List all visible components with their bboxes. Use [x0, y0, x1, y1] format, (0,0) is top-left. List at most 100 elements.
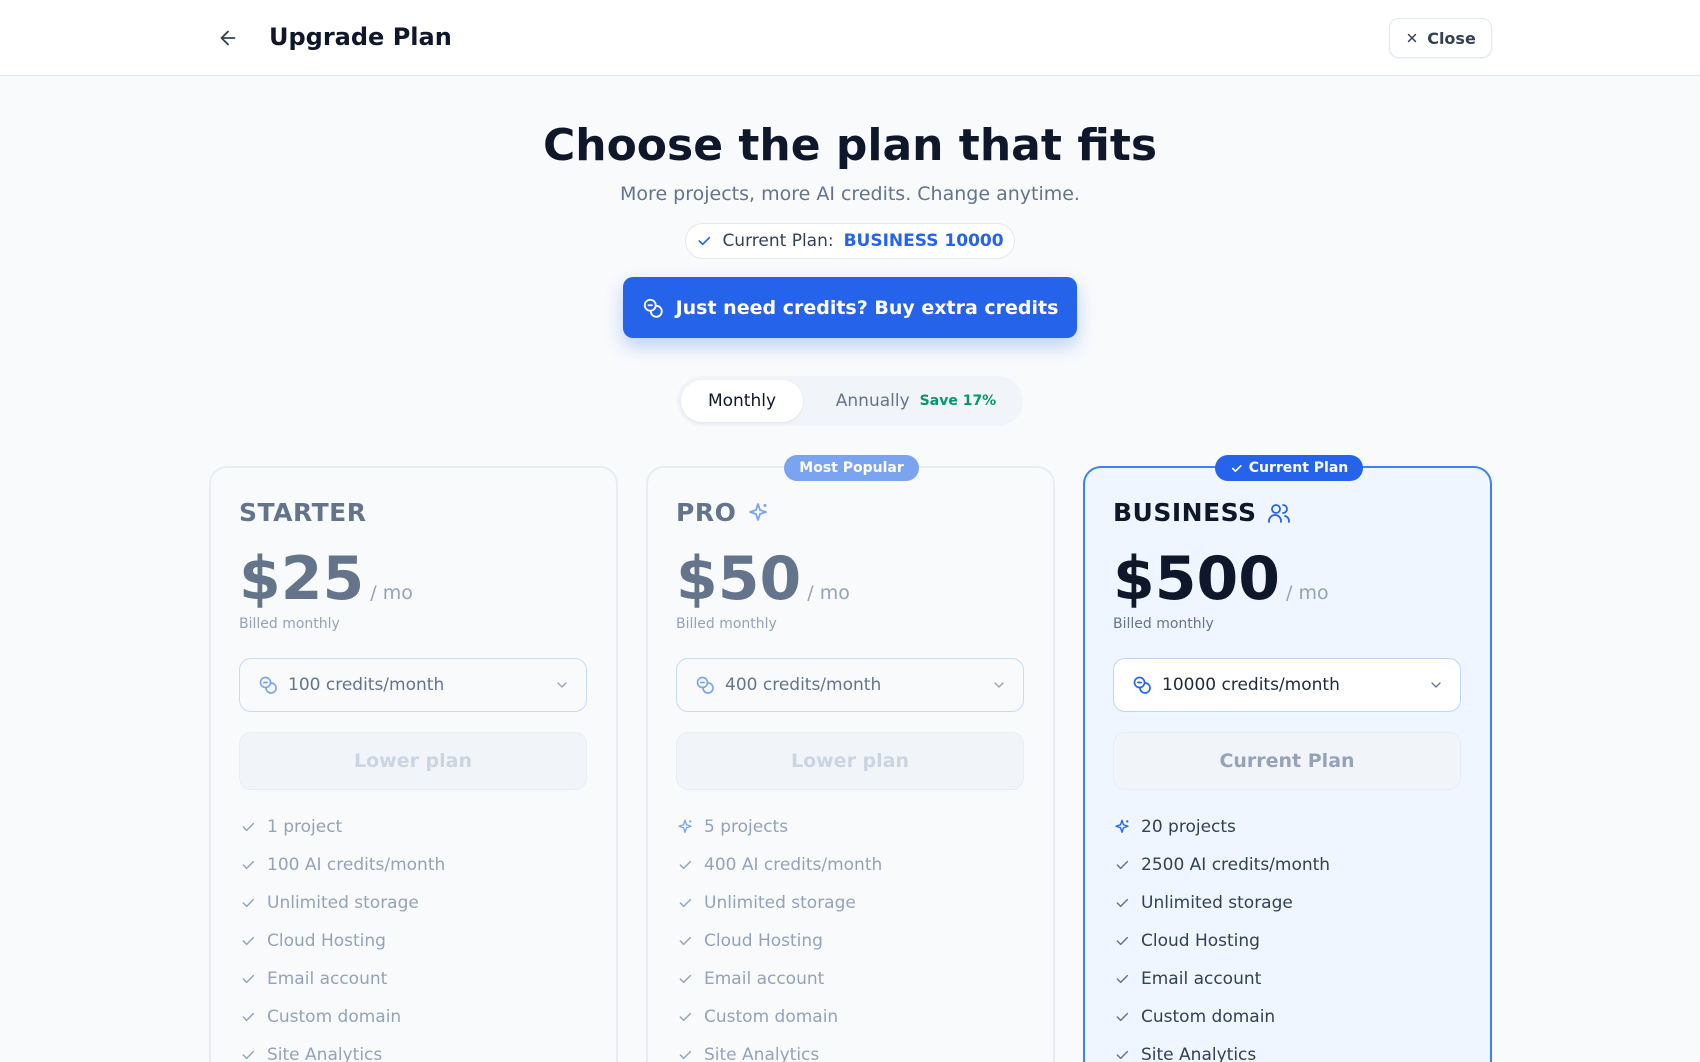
close-button-label: Close — [1427, 28, 1476, 48]
chevron-down-icon — [1431, 682, 1441, 688]
feature-item: Cloud Hosting — [239, 922, 445, 960]
price-period: / mo — [1286, 582, 1329, 604]
coins-icon — [1133, 676, 1151, 694]
billing-toggle: Monthly Annually Save 17% — [677, 376, 1023, 426]
feature-text: Email account — [704, 969, 825, 989]
current-plan-badge: Current Plan — [1215, 455, 1363, 481]
check-icon — [239, 818, 257, 836]
feature-item: 2500 AI credits/month — [1113, 846, 1330, 884]
close-icon — [1407, 33, 1417, 43]
credits-select[interactable]: 100 credits/month — [239, 658, 587, 712]
lower-plan-button[interactable]: Lower plan — [239, 732, 587, 790]
feature-text: Custom domain — [1141, 1007, 1276, 1027]
check-icon — [1113, 1008, 1131, 1026]
billing-annual-label: Annually — [835, 391, 910, 411]
feature-item: Email account — [1113, 960, 1330, 998]
current-plan-label: Current Plan: — [722, 231, 834, 251]
feature-text: Site Analytics — [1141, 1045, 1257, 1062]
feature-text: 400 AI credits/month — [704, 855, 883, 875]
feature-item: Custom domain — [239, 998, 445, 1036]
billing-monthly-option[interactable]: Monthly — [681, 380, 803, 422]
hero-title: Choose the plan that fits — [542, 120, 1158, 171]
feature-text: Custom domain — [704, 1007, 839, 1027]
arrow-left-icon — [220, 30, 236, 46]
hero-subtitle: More projects, more AI credits. Change a… — [620, 183, 1080, 205]
feature-text: Site Analytics — [704, 1045, 820, 1062]
plan-name: PRO — [676, 498, 770, 527]
feature-text: Unlimited storage — [267, 893, 419, 913]
billing-note: Billed monthly — [239, 616, 340, 632]
feature-text: Cloud Hosting — [704, 931, 823, 951]
plan-card-pro: Most Popular PRO $50 / mo Billed monthly… — [646, 455, 1055, 1062]
check-icon — [239, 894, 257, 912]
feature-text: Unlimited storage — [1141, 893, 1293, 913]
check-icon — [239, 970, 257, 988]
current-plan-pill: Current Plan: BUSINESS 10000 — [685, 223, 1015, 259]
feature-text: 20 projects — [1141, 817, 1236, 837]
check-icon — [1113, 932, 1131, 950]
current-plan-badge-label: Current Plan — [1248, 460, 1349, 476]
sparkle-icon — [676, 818, 694, 836]
most-popular-badge: Most Popular — [784, 455, 919, 481]
price-row: $500 / mo — [1113, 544, 1329, 614]
feature-item: Unlimited storage — [239, 884, 445, 922]
feature-text: Email account — [267, 969, 388, 989]
price-period: / mo — [807, 582, 850, 604]
feature-list: 5 projects 400 AI credits/month Unlimited … — [676, 808, 882, 1062]
feature-list: 20 projects 2500 AI credits/month Unlimite… — [1113, 808, 1330, 1062]
billing-annual-option[interactable]: Annually Save 17% — [813, 380, 1019, 422]
feature-item: Cloud Hosting — [1113, 922, 1330, 960]
feature-text: Cloud Hosting — [1141, 931, 1260, 951]
credits-select-value: 100 credits/month — [288, 675, 445, 695]
page-title: Upgrade Plan — [269, 23, 452, 51]
chevron-down-icon — [557, 682, 567, 688]
feature-text: 2500 AI credits/month — [1141, 855, 1331, 875]
price-period: / mo — [370, 582, 413, 604]
current-plan-button[interactable]: Current Plan — [1113, 732, 1461, 790]
plan-card-business: Current Plan BUSINESS $500 / mo Billed m… — [1083, 455, 1492, 1062]
credits-select-value: 10000 credits/month — [1162, 675, 1340, 695]
feature-item: 5 projects — [676, 808, 882, 846]
billing-note: Billed monthly — [676, 616, 777, 632]
billing-note: Billed monthly — [1113, 616, 1214, 632]
feature-text: Site Analytics — [267, 1045, 383, 1062]
credits-select[interactable]: 400 credits/month — [676, 658, 1024, 712]
feature-item: 100 AI credits/month — [239, 846, 445, 884]
plan-price: $50 — [676, 544, 802, 614]
feature-item: Site Analytics — [239, 1036, 445, 1062]
check-icon — [1113, 1046, 1131, 1062]
check-icon — [676, 970, 694, 988]
feature-item: Custom domain — [1113, 998, 1330, 1036]
plan-card-starter: STARTER $25 / mo Billed monthly 100 cred… — [209, 466, 618, 1062]
check-icon — [676, 894, 694, 912]
check-icon — [676, 856, 694, 874]
feature-text: Unlimited storage — [704, 893, 856, 913]
check-icon — [239, 1046, 257, 1062]
plan-name: STARTER — [239, 498, 366, 527]
check-icon — [1113, 970, 1131, 988]
sparkle-icon — [749, 502, 768, 521]
feature-item: Email account — [676, 960, 882, 998]
check-icon — [676, 932, 694, 950]
feature-item: Email account — [239, 960, 445, 998]
check-icon — [239, 856, 257, 874]
lower-plan-button[interactable]: Lower plan — [676, 732, 1024, 790]
credits-select-value: 400 credits/month — [725, 675, 882, 695]
feature-item: Site Analytics — [676, 1036, 882, 1062]
feature-item: Unlimited storage — [1113, 884, 1330, 922]
feature-text: 5 projects — [704, 817, 789, 837]
feature-list: 1 project 100 AI credits/month Unlimited s… — [239, 808, 445, 1062]
users-icon — [1267, 503, 1290, 523]
back-button[interactable] — [212, 22, 244, 54]
credits-select[interactable]: 10000 credits/month — [1113, 658, 1461, 712]
plan-name-label: BUSINESS — [1113, 498, 1257, 527]
buy-credits-button[interactable]: Just need credits? Buy extra credits — [623, 277, 1077, 338]
plan-price: $25 — [239, 544, 365, 614]
feature-item: Custom domain — [676, 998, 882, 1036]
check-icon — [698, 236, 711, 246]
plan-name: BUSINESS — [1113, 498, 1291, 527]
save-badge: Save 17% — [919, 393, 997, 409]
close-button[interactable]: Close — [1389, 18, 1492, 58]
sparkle-icon — [1113, 818, 1131, 836]
buy-credits-label: Just need credits? Buy extra credits — [675, 296, 1059, 319]
